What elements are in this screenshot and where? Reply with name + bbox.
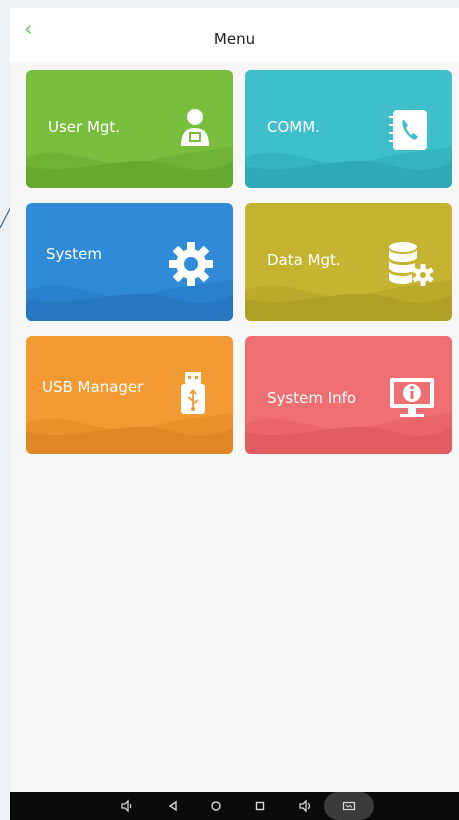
page-title: Menu <box>213 30 256 48</box>
recents-square-icon[interactable] <box>253 799 267 813</box>
database-gear-icon <box>389 242 434 286</box>
user-icon <box>181 109 209 146</box>
tile-label: User Mgt. <box>48 118 121 136</box>
tile-system-info[interactable]: System Info <box>245 336 452 454</box>
back-triangle-icon[interactable] <box>166 799 180 813</box>
tile-label: COMM. <box>267 118 320 136</box>
volume-up-icon[interactable] <box>298 799 312 813</box>
gear-icon <box>169 242 213 286</box>
screenshot-button[interactable] <box>324 792 374 820</box>
home-circle-icon[interactable] <box>209 799 223 813</box>
monitor-info-icon <box>390 378 434 417</box>
tile-label: Data Mgt. <box>267 251 341 269</box>
menu-screen: ‹ Menu User Mgt. COMM. System Data Mgt. … <box>10 8 459 820</box>
tile-label: System Info <box>267 389 357 407</box>
phone-book-icon <box>389 110 427 150</box>
tile-label: System <box>46 245 102 263</box>
tile-usb-manager[interactable]: USB Manager <box>26 336 233 454</box>
tile-user-mgt[interactable]: User Mgt. <box>26 70 233 188</box>
tile-system[interactable]: System <box>26 203 233 321</box>
volume-down-icon[interactable] <box>120 799 134 813</box>
tile-label: USB Manager <box>42 378 144 396</box>
screenshot-icon <box>342 801 356 811</box>
tile-data-mgt[interactable]: Data Mgt. <box>245 203 452 321</box>
tile-comm[interactable]: COMM. <box>245 70 452 188</box>
usb-drive-icon <box>181 372 205 414</box>
system-navigation-bar <box>10 792 459 820</box>
header: ‹ Menu <box>10 8 459 62</box>
